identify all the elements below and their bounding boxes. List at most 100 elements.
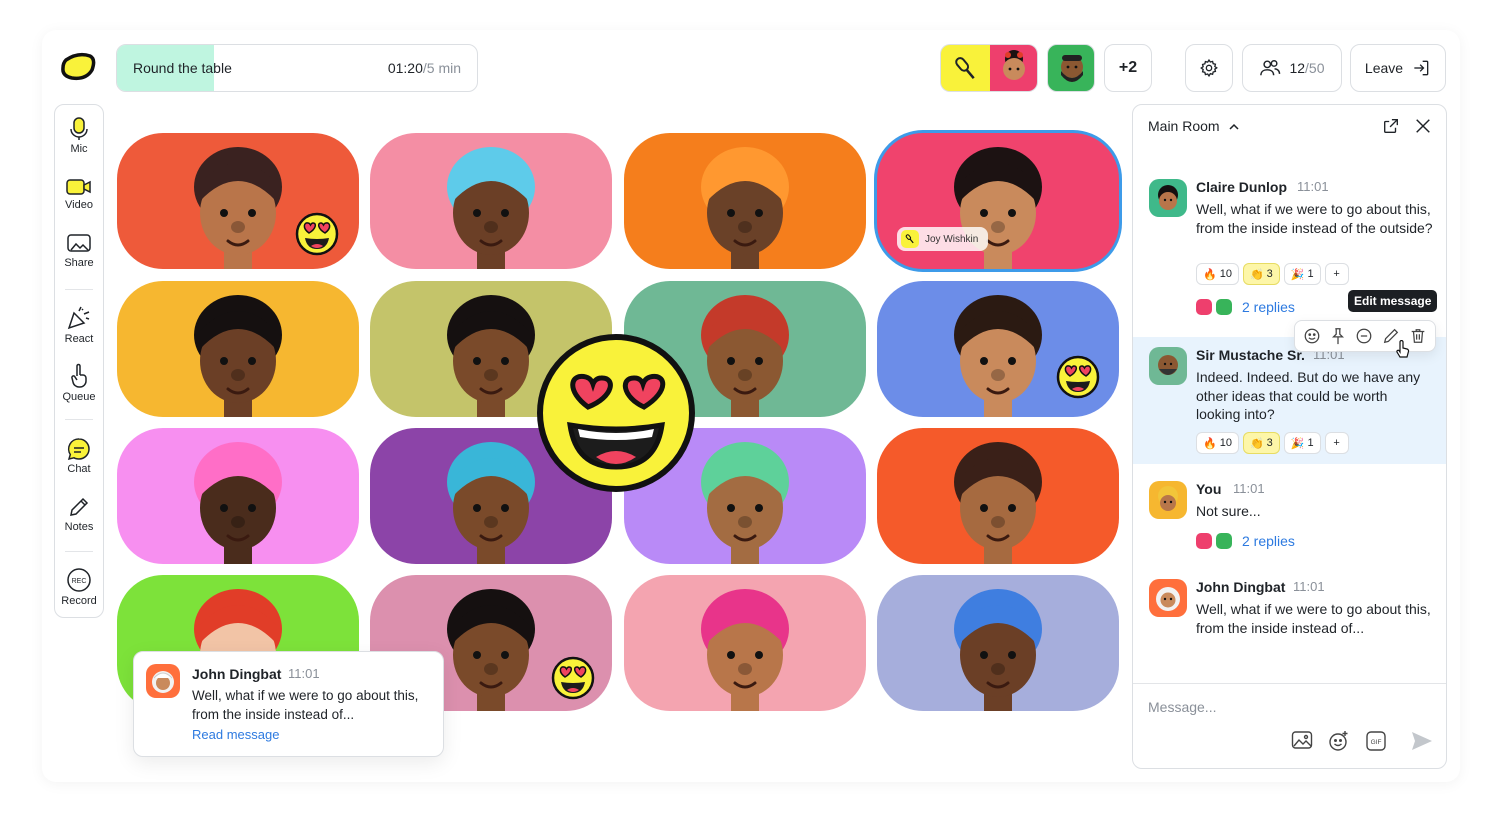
chat-button[interactable]: Chat <box>55 437 103 475</box>
chat-message[interactable]: You 11:01 Not sure... 2 replies <box>1133 475 1446 565</box>
message-input[interactable] <box>1148 696 1428 718</box>
avatar <box>1003 50 1025 80</box>
reaction-fire[interactable]: 🔥 10 <box>1196 263 1239 285</box>
room-name: Main Room <box>1148 118 1220 134</box>
avatar <box>447 147 535 269</box>
add-reaction-button[interactable]: + <box>1324 263 1349 285</box>
avatar <box>194 442 282 564</box>
chat-message[interactable]: John Dingbat 11:01 Well, what if we were… <box>1133 575 1446 645</box>
settings-button[interactable] <box>1185 44 1233 92</box>
replies-link[interactable]: 2 replies <box>1196 533 1295 549</box>
reactions: 🔥 10 👏 3 🎉 1 + <box>1196 432 1349 454</box>
leave-button[interactable]: Leave <box>1350 44 1446 92</box>
participants-button[interactable]: 12/50 <box>1242 44 1342 92</box>
record-button[interactable]: REC Record <box>55 567 103 607</box>
reaction-party[interactable]: 🎉 1 <box>1283 432 1321 454</box>
message-time: 11:01 <box>1297 179 1329 194</box>
reply-icon[interactable] <box>1355 327 1373 345</box>
gif-icon[interactable]: GIF <box>1365 730 1387 752</box>
send-icon[interactable] <box>1410 730 1434 752</box>
party-popper-icon <box>67 306 90 330</box>
reactions: 🔥 10 👏 3 🎉 1 + <box>1196 263 1349 285</box>
chat-label: Chat <box>67 463 91 475</box>
svg-text:REC: REC <box>72 578 87 585</box>
participant-tile[interactable] <box>370 133 612 269</box>
popout-icon[interactable] <box>1382 117 1400 135</box>
message-notification[interactable]: John Dingbat 11:01 Well, what if we were… <box>133 651 444 757</box>
message-author: Sir Mustache Sr. <box>1196 347 1305 363</box>
heart-eyes-emoji-icon <box>537 334 695 492</box>
message-author: John Dingbat <box>1196 579 1286 595</box>
heart-eyes-emoji-icon <box>1056 355 1100 399</box>
participant-tile[interactable] <box>624 575 866 711</box>
react-button[interactable]: React <box>55 305 103 345</box>
message-time: 11:01 <box>1233 481 1265 496</box>
message-time: 11:01 <box>1293 579 1325 594</box>
avatar <box>194 295 282 417</box>
reaction-party[interactable]: 🎉 1 <box>1283 263 1321 285</box>
participant-tile[interactable] <box>117 428 359 564</box>
gear-icon <box>1200 58 1218 78</box>
message-text: Well, what if we were to go about this, … <box>1196 201 1433 236</box>
participant-tile[interactable] <box>624 133 866 269</box>
add-reaction-button[interactable]: + <box>1324 432 1349 454</box>
mic-label: Mic <box>70 143 88 155</box>
read-message-link[interactable]: Read message <box>192 727 279 742</box>
participants-count: 12/50 <box>1289 60 1325 76</box>
queue-overflow-button[interactable]: +2 <box>1104 44 1152 92</box>
notes-button[interactable]: Notes <box>55 495 103 533</box>
edit-message-tooltip: Edit message <box>1348 290 1438 312</box>
divider <box>65 419 93 420</box>
reaction-clap[interactable]: 👏 3 <box>1242 263 1280 285</box>
speaker-name-tag: Joy Wishkin <box>897 227 989 251</box>
avatar <box>954 589 1042 711</box>
replies-link[interactable]: 2 replies <box>1196 299 1295 315</box>
speaker-queue-mic[interactable] <box>940 44 990 92</box>
avatar <box>447 589 535 711</box>
avatar <box>701 147 789 269</box>
avatar <box>1149 579 1187 617</box>
share-label: Share <box>64 257 94 269</box>
queue-avatar-1[interactable] <box>990 44 1038 92</box>
share-button[interactable]: Share <box>55 233 103 269</box>
cursor-hand-icon <box>1396 340 1410 358</box>
activity-timer[interactable]: Round the table 01:20/5 min <box>116 44 478 92</box>
image-icon[interactable] <box>1291 730 1313 750</box>
avatar <box>1216 299 1232 315</box>
people-icon <box>1260 60 1281 76</box>
avatar <box>1196 299 1212 315</box>
participant-tile[interactable] <box>877 575 1119 711</box>
avatar <box>1216 533 1232 549</box>
avatar <box>194 147 282 269</box>
pin-icon[interactable] <box>1330 327 1346 345</box>
left-toolbar: Mic Video Share React Queue Chat Notes R… <box>54 104 104 618</box>
chat-icon <box>67 438 90 461</box>
video-button[interactable]: Video <box>55 177 103 211</box>
add-emoji-icon[interactable] <box>1303 327 1321 345</box>
queue-avatar-2[interactable] <box>1047 44 1095 92</box>
notes-label: Notes <box>64 521 94 533</box>
notification-text: Well, what if we were to go about this, … <box>192 688 419 722</box>
svg-text:GIF: GIF <box>1371 739 1382 746</box>
chat-panel: Main Room Claire Dunlop 11:01 Well, what… <box>1132 104 1447 769</box>
activity-time: 01:20/5 min <box>387 60 461 76</box>
queue-button[interactable]: Queue <box>55 363 103 403</box>
reaction-fire[interactable]: 🔥 10 <box>1196 432 1239 454</box>
participant-tile[interactable] <box>877 428 1119 564</box>
message-actions <box>1294 320 1436 352</box>
notification-time: 11:01 <box>288 666 320 681</box>
participant-tile[interactable] <box>117 281 359 417</box>
exit-icon <box>1414 60 1429 76</box>
divider <box>65 551 93 552</box>
emoji-icon[interactable] <box>1328 730 1350 752</box>
app-logo <box>61 52 96 81</box>
screen-share-icon <box>67 234 91 252</box>
avatar <box>1149 179 1187 217</box>
trash-icon[interactable] <box>1409 327 1427 345</box>
queue-label: Queue <box>62 391 96 403</box>
room-selector[interactable]: Main Room <box>1148 118 1240 134</box>
reaction-clap[interactable]: 👏 3 <box>1242 432 1280 454</box>
close-icon[interactable] <box>1414 117 1432 135</box>
mic-button[interactable]: Mic <box>55 117 103 155</box>
microphone-icon <box>955 57 975 79</box>
